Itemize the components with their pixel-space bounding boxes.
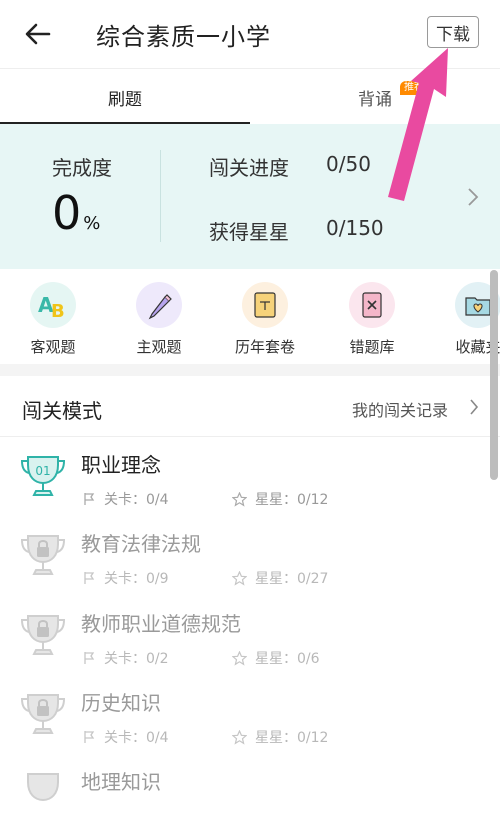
category-label: 客观题 xyxy=(30,338,76,356)
stars-text: 星星：0/6 xyxy=(255,651,320,667)
flag-icon xyxy=(84,572,95,584)
stars-text: 星星：0/27 xyxy=(255,571,329,587)
level-name: 教师职业道德规范 xyxy=(81,612,241,636)
level-item[interactable]: 01 职业理念 关卡：0/4 星星：0/12 xyxy=(0,437,500,517)
level-item[interactable]: 历史知识 关卡：0/4 星星：0/12 xyxy=(0,675,500,755)
level-number: 01 xyxy=(35,464,50,478)
chevron-right-icon xyxy=(468,188,479,206)
flag-icon xyxy=(84,493,95,505)
locked-trophy-icon xyxy=(27,773,59,802)
level-stars: 星星：0/12 xyxy=(232,727,328,747)
stages-text: 关卡：0/4 xyxy=(104,730,169,746)
completion-value: 0% xyxy=(52,186,100,240)
stages-text: 关卡：0/9 xyxy=(104,571,169,587)
level-stages: 关卡：0/4 xyxy=(82,489,169,509)
star-icon xyxy=(232,650,247,666)
level-stages: 关卡：0/9 xyxy=(82,568,169,588)
recommend-badge: 推荐 xyxy=(400,81,428,95)
stars-value: 0/150 xyxy=(326,216,384,240)
level-stars: 星星：0/12 xyxy=(232,489,328,509)
level-item[interactable]: 教育法律法规 关卡：0/9 星星：0/27 xyxy=(0,516,500,596)
level-name: 地理知识 xyxy=(81,770,161,794)
category-label: 错题库 xyxy=(349,338,395,356)
category-past-papers[interactable]: 历年套卷 xyxy=(230,282,300,357)
star-icon xyxy=(232,491,247,507)
section-separator xyxy=(0,364,500,376)
section-title: 闯关模式 xyxy=(22,399,102,423)
category-label: 历年套卷 xyxy=(234,338,295,356)
locked-trophy-icon xyxy=(20,535,66,575)
level-stages: 关卡：0/4 xyxy=(82,727,169,747)
pencil-icon xyxy=(136,282,182,328)
flag-icon xyxy=(84,652,95,664)
locked-trophy-icon xyxy=(20,694,66,734)
back-arrow-icon xyxy=(25,23,51,45)
ab-icon: A B xyxy=(30,282,76,328)
completion-number: 0 xyxy=(52,186,82,240)
star-icon xyxy=(232,570,247,586)
wrong-book-icon xyxy=(349,282,395,328)
level-stars: 星星：0/27 xyxy=(232,568,328,588)
level-name: 教育法律法规 xyxy=(81,532,201,556)
category-row: A B 客观题 主观题 历年套卷 错题库 收藏夹 xyxy=(0,270,500,364)
my-records-link[interactable]: 我的闯关记录 xyxy=(352,397,448,421)
back-button[interactable] xyxy=(18,14,58,54)
trophy-icon: 01 xyxy=(20,456,66,496)
stars-label: 获得星星 xyxy=(209,220,289,244)
download-button[interactable]: 下载 xyxy=(427,16,479,48)
scrollbar[interactable] xyxy=(490,270,498,480)
app-header: 综合素质一小学 下载 xyxy=(0,0,500,68)
progress-panel[interactable]: 完成度 0% 闯关进度 0/50 获得星星 0/150 xyxy=(0,124,500,269)
tab-practice[interactable]: 刷题 xyxy=(0,69,250,125)
flag-icon xyxy=(84,731,95,743)
stars-text: 星星：0/12 xyxy=(255,492,329,508)
completion-label: 完成度 xyxy=(52,156,112,180)
level-name: 职业理念 xyxy=(81,453,161,477)
category-wrong-questions[interactable]: 错题库 xyxy=(337,282,407,357)
levels-progress-label: 闯关进度 xyxy=(209,156,289,180)
category-subjective[interactable]: 主观题 xyxy=(124,282,194,357)
challenge-mode-header: 闯关模式 我的闯关记录 xyxy=(0,376,500,437)
page-title: 综合素质一小学 xyxy=(96,23,271,51)
level-item[interactable]: 教师职业道德规范 关卡：0/2 星星：0/6 xyxy=(0,596,500,676)
level-stages: 关卡：0/2 xyxy=(82,648,169,668)
star-icon xyxy=(232,729,247,745)
chevron-right-icon xyxy=(470,399,479,415)
stages-text: 关卡：0/2 xyxy=(104,651,169,667)
stages-text: 关卡：0/4 xyxy=(104,492,169,508)
level-item[interactable]: 地理知识 xyxy=(0,754,500,834)
tab-bar: 刷题 背诵 推荐 xyxy=(0,68,500,125)
category-label: 主观题 xyxy=(136,338,182,356)
paper-icon xyxy=(242,282,288,328)
level-name: 历史知识 xyxy=(81,691,161,715)
stars-text: 星星：0/12 xyxy=(255,730,329,746)
level-stars: 星星：0/6 xyxy=(232,648,320,668)
completion-unit: % xyxy=(83,213,101,234)
panel-divider xyxy=(160,150,161,242)
category-objective[interactable]: A B 客观题 xyxy=(18,282,88,357)
svg-text:B: B xyxy=(51,301,65,320)
tab-recite[interactable]: 背诵 xyxy=(250,69,500,125)
locked-trophy-icon xyxy=(20,615,66,655)
levels-progress-value: 0/50 xyxy=(326,152,371,176)
